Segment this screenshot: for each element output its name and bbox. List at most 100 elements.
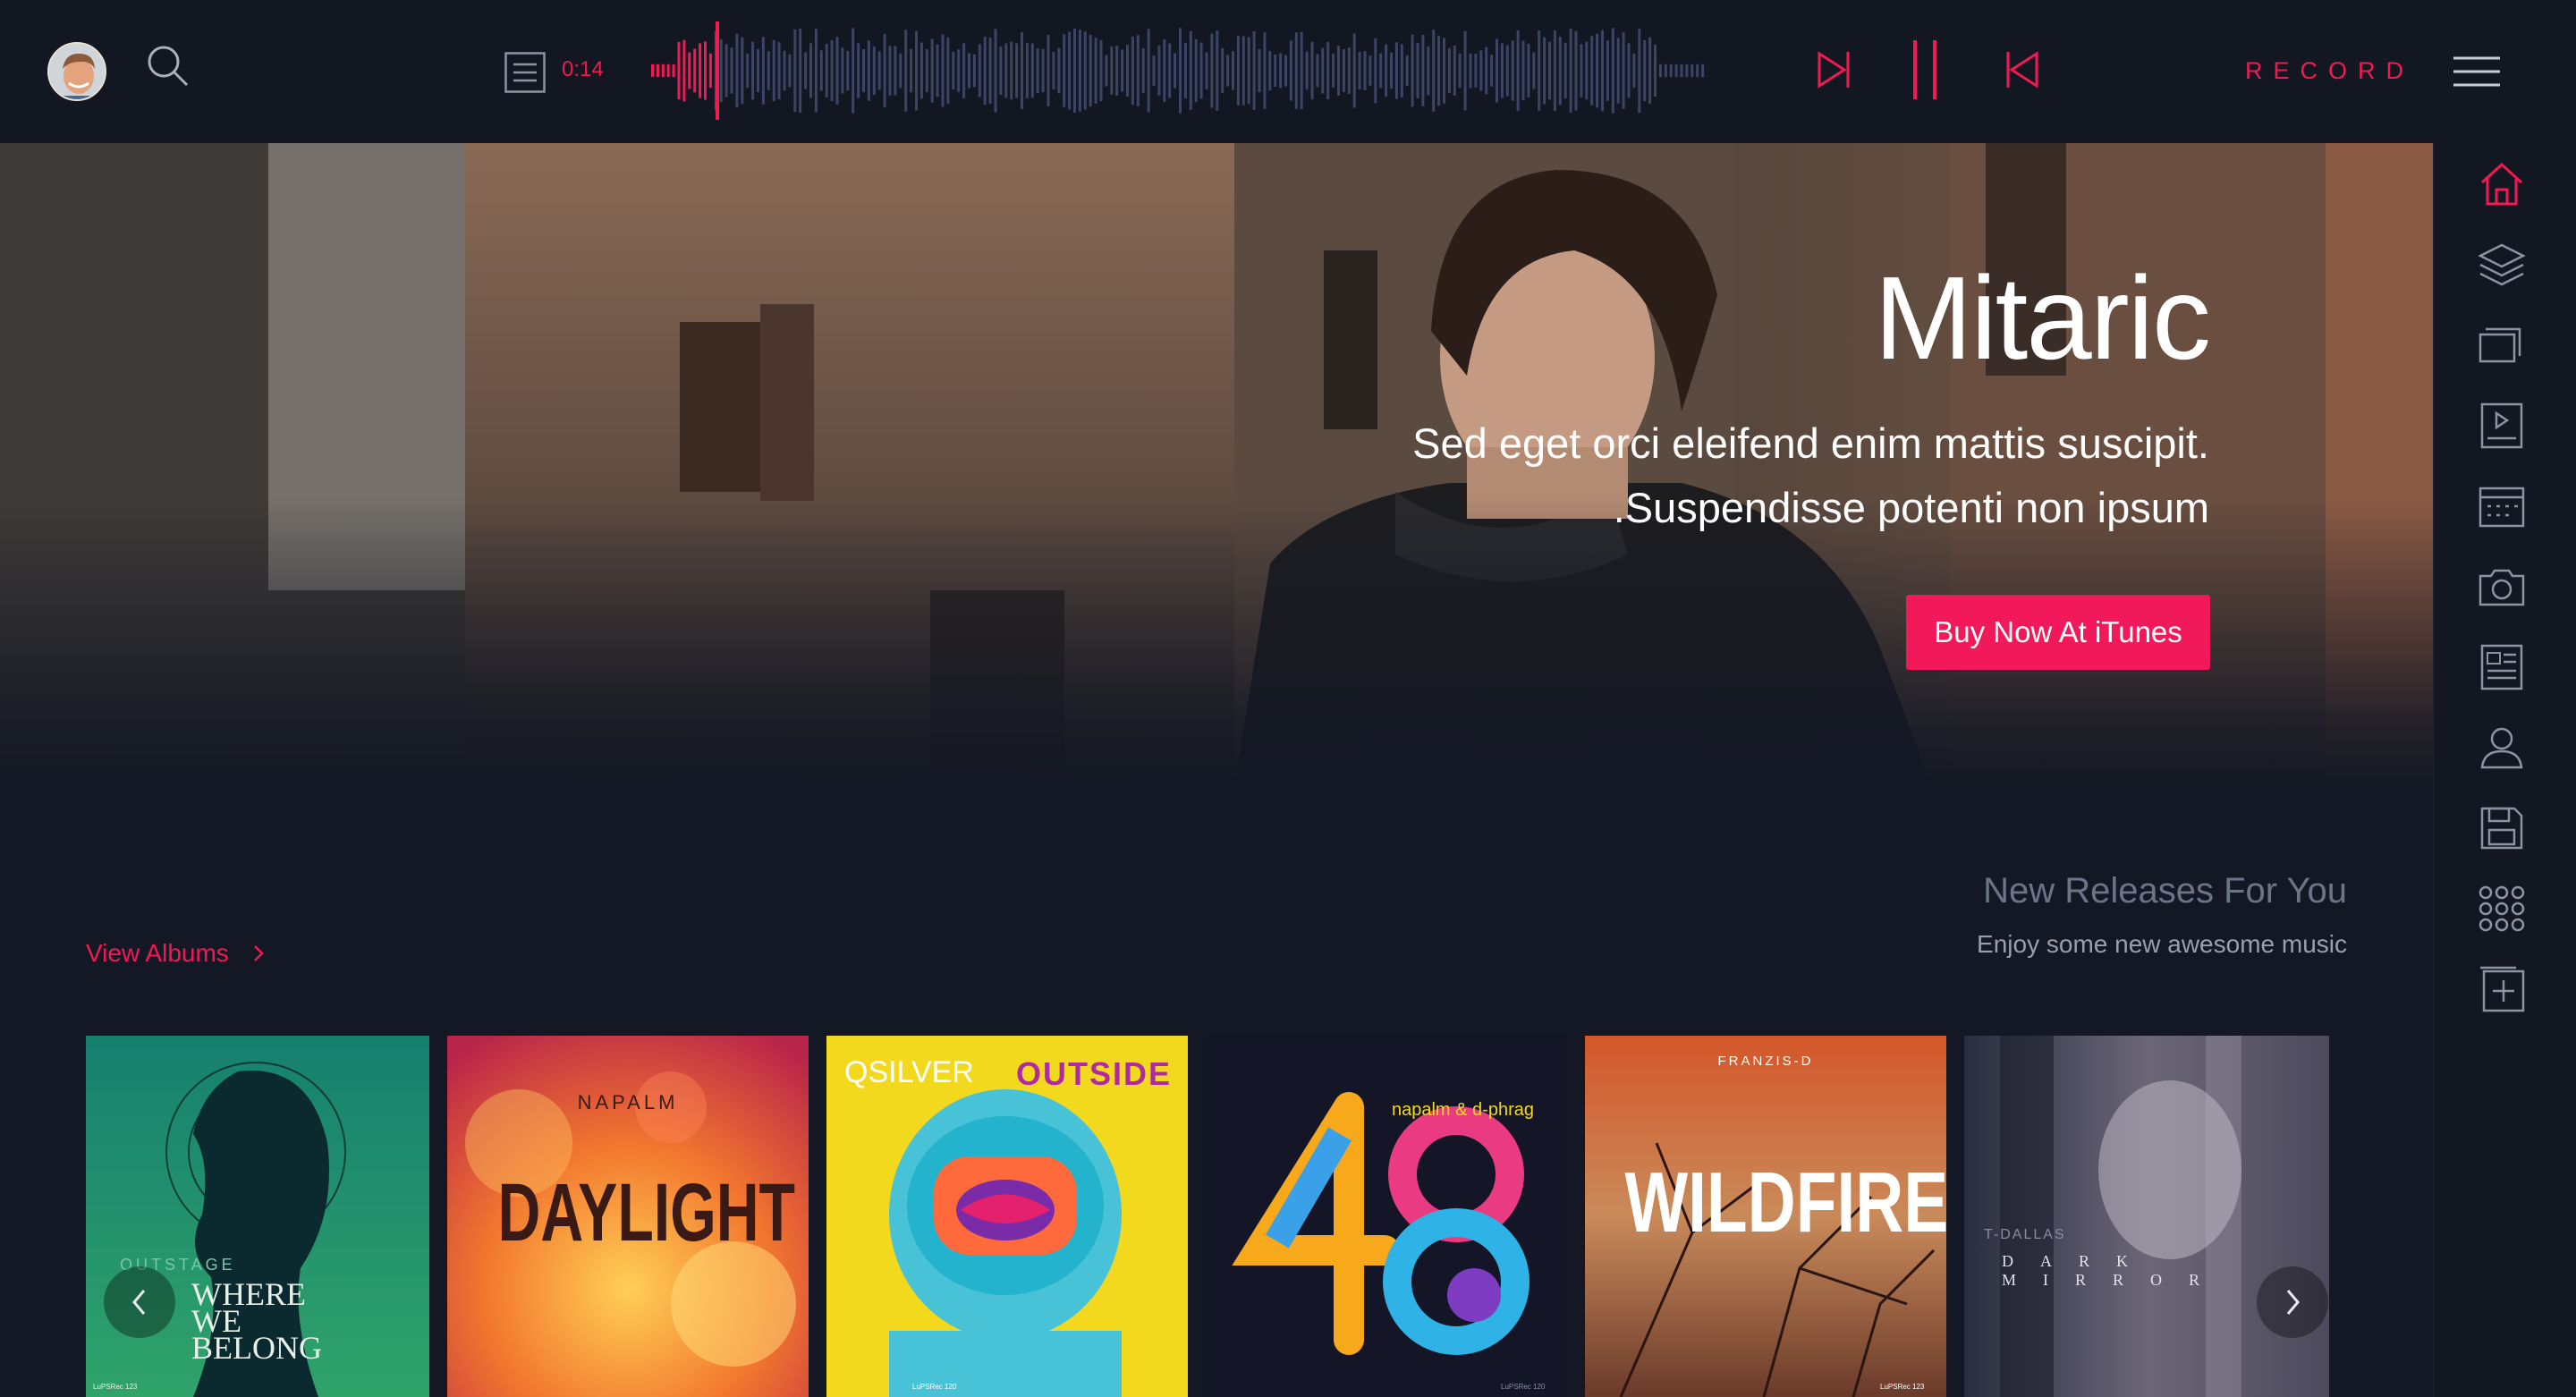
waveform-bar (1485, 47, 1488, 95)
album-card[interactable]: FRANZIS-D WILDFIRE LuPSRec 123 (1585, 1036, 1946, 1397)
waveform-bar (666, 64, 670, 78)
waveform-bar (1274, 55, 1277, 87)
album-title: DAYLIGHT (497, 1167, 796, 1258)
waveform-bar (761, 37, 765, 105)
waveform-bar (724, 44, 728, 97)
waveform-bar (962, 43, 966, 98)
hero-tagline: Sed eget orci eleifend enim mattis susci… (1225, 411, 2209, 540)
search-icon[interactable] (146, 44, 191, 89)
waveform-bar (877, 51, 881, 90)
waveform-bar (1569, 29, 1572, 113)
waveform-bar (783, 50, 786, 91)
waveform-bar (910, 48, 913, 93)
save-icon[interactable] (2477, 803, 2527, 853)
waveform-bar (1638, 28, 1641, 114)
playlist-icon[interactable] (504, 52, 546, 93)
waveform-bar (814, 29, 818, 113)
waveform-bar (1585, 41, 1589, 100)
waveform-bar (957, 49, 961, 92)
waveform-bar (894, 46, 897, 96)
waveform-bar (1284, 55, 1287, 87)
waveform-bar (915, 30, 918, 111)
waveform-bar (651, 64, 654, 78)
waveform-bar (1189, 30, 1192, 111)
waveform-bar (1532, 52, 1536, 89)
waveform-bar (1363, 51, 1367, 90)
camera-icon[interactable] (2477, 562, 2527, 612)
playhead[interactable] (716, 21, 719, 120)
album-card[interactable]: NAPALM DAYLIGHT (447, 1036, 809, 1397)
waveform-bar (899, 53, 902, 89)
apps-grid-icon[interactable] (2477, 884, 2527, 934)
album-card[interactable]: OUTSTAGE WHERE WE BELONG LuPSRec 123 (86, 1036, 429, 1397)
waveform-bar (1337, 46, 1340, 96)
waveform-bar (1469, 53, 1472, 89)
waveform-bar (1411, 34, 1414, 107)
waveform-bar (1596, 33, 1599, 108)
waveform-bar (1300, 31, 1303, 110)
waveform-bar (952, 51, 955, 90)
waveform-bar (1179, 28, 1182, 114)
album-card[interactable]: QSILVER OUTSIDE LuPSRec 120 (826, 1036, 1188, 1397)
waveform-bar (1674, 64, 1678, 78)
waveform-bar (1199, 42, 1203, 99)
news-icon[interactable] (2477, 642, 2527, 692)
waveform-bar (1643, 39, 1647, 102)
waveform-bar (1216, 30, 1219, 111)
waveform-bar (1352, 33, 1356, 108)
waveform-bar (852, 28, 855, 114)
waveform-bar (857, 43, 860, 98)
buy-itunes-button[interactable]: Buy Now At iTunes (1906, 595, 2210, 670)
waveform-bar (978, 44, 981, 97)
waveform-bar (1268, 50, 1272, 91)
album-cover-43 (1206, 1036, 1567, 1397)
waveform-bar (862, 48, 865, 93)
album-artist: T-DALLAS (1984, 1227, 2066, 1242)
hero-artist-name: Mitaric (1874, 252, 2211, 384)
waveform-bar (835, 37, 839, 105)
waveform-bar (1654, 44, 1657, 97)
waveform-bar (661, 64, 665, 78)
hamburger-menu-icon[interactable] (2453, 55, 2500, 88)
home-icon[interactable] (2477, 159, 2527, 209)
waveform-bar (830, 40, 834, 101)
waveform-bar (1479, 50, 1483, 91)
waveform-bar (1094, 38, 1097, 104)
waveform-bar (1696, 64, 1699, 78)
waveform-bar (867, 40, 870, 101)
album-card[interactable]: T-DALLAS DARK MIRROR (1964, 1036, 2329, 1397)
waveform-bar (825, 44, 828, 97)
add-icon[interactable] (2477, 964, 2527, 1014)
album-card[interactable]: napalm & d-phrag LuPSRec 120 (1206, 1036, 1567, 1397)
view-albums-link[interactable]: View Albums (86, 939, 265, 968)
waveform-bar (1183, 42, 1187, 99)
record-button[interactable]: RECORD (2245, 57, 2414, 85)
calendar-icon[interactable] (2477, 481, 2527, 531)
top-bar: 0:14 RECORD (0, 0, 2576, 143)
next-track-icon[interactable] (1812, 45, 1857, 95)
waveform-bar (1527, 44, 1530, 97)
waveform-bar (1294, 32, 1298, 109)
album-label: LuPSRec 120 (1501, 1383, 1546, 1391)
waveform-bar (1004, 43, 1008, 98)
layers-icon[interactable] (2477, 240, 2527, 290)
waveform-bar (1141, 47, 1145, 94)
new-releases-subtitle: Enjoy some new awesome music (1977, 930, 2347, 958)
users-icon[interactable] (2477, 723, 2527, 773)
carousel-next-button[interactable] (2257, 1266, 2328, 1338)
waveform-bar (1394, 42, 1398, 99)
user-avatar[interactable] (47, 42, 106, 101)
pause-icon[interactable] (1902, 38, 1947, 101)
waveform-bar (1690, 64, 1694, 78)
audio-waveform[interactable] (651, 21, 1716, 120)
waveform-bar (1089, 34, 1092, 107)
video-icon[interactable] (2477, 401, 2527, 451)
waveform-bar (1015, 43, 1019, 98)
waveform-bar (1152, 55, 1156, 87)
waveform-bar (777, 41, 781, 100)
previous-track-icon[interactable] (1999, 45, 2044, 95)
waveform-bar (1463, 30, 1467, 111)
gallery-icon[interactable] (2477, 320, 2527, 370)
carousel-prev-button[interactable] (104, 1266, 175, 1338)
waveform-bar (968, 53, 970, 89)
